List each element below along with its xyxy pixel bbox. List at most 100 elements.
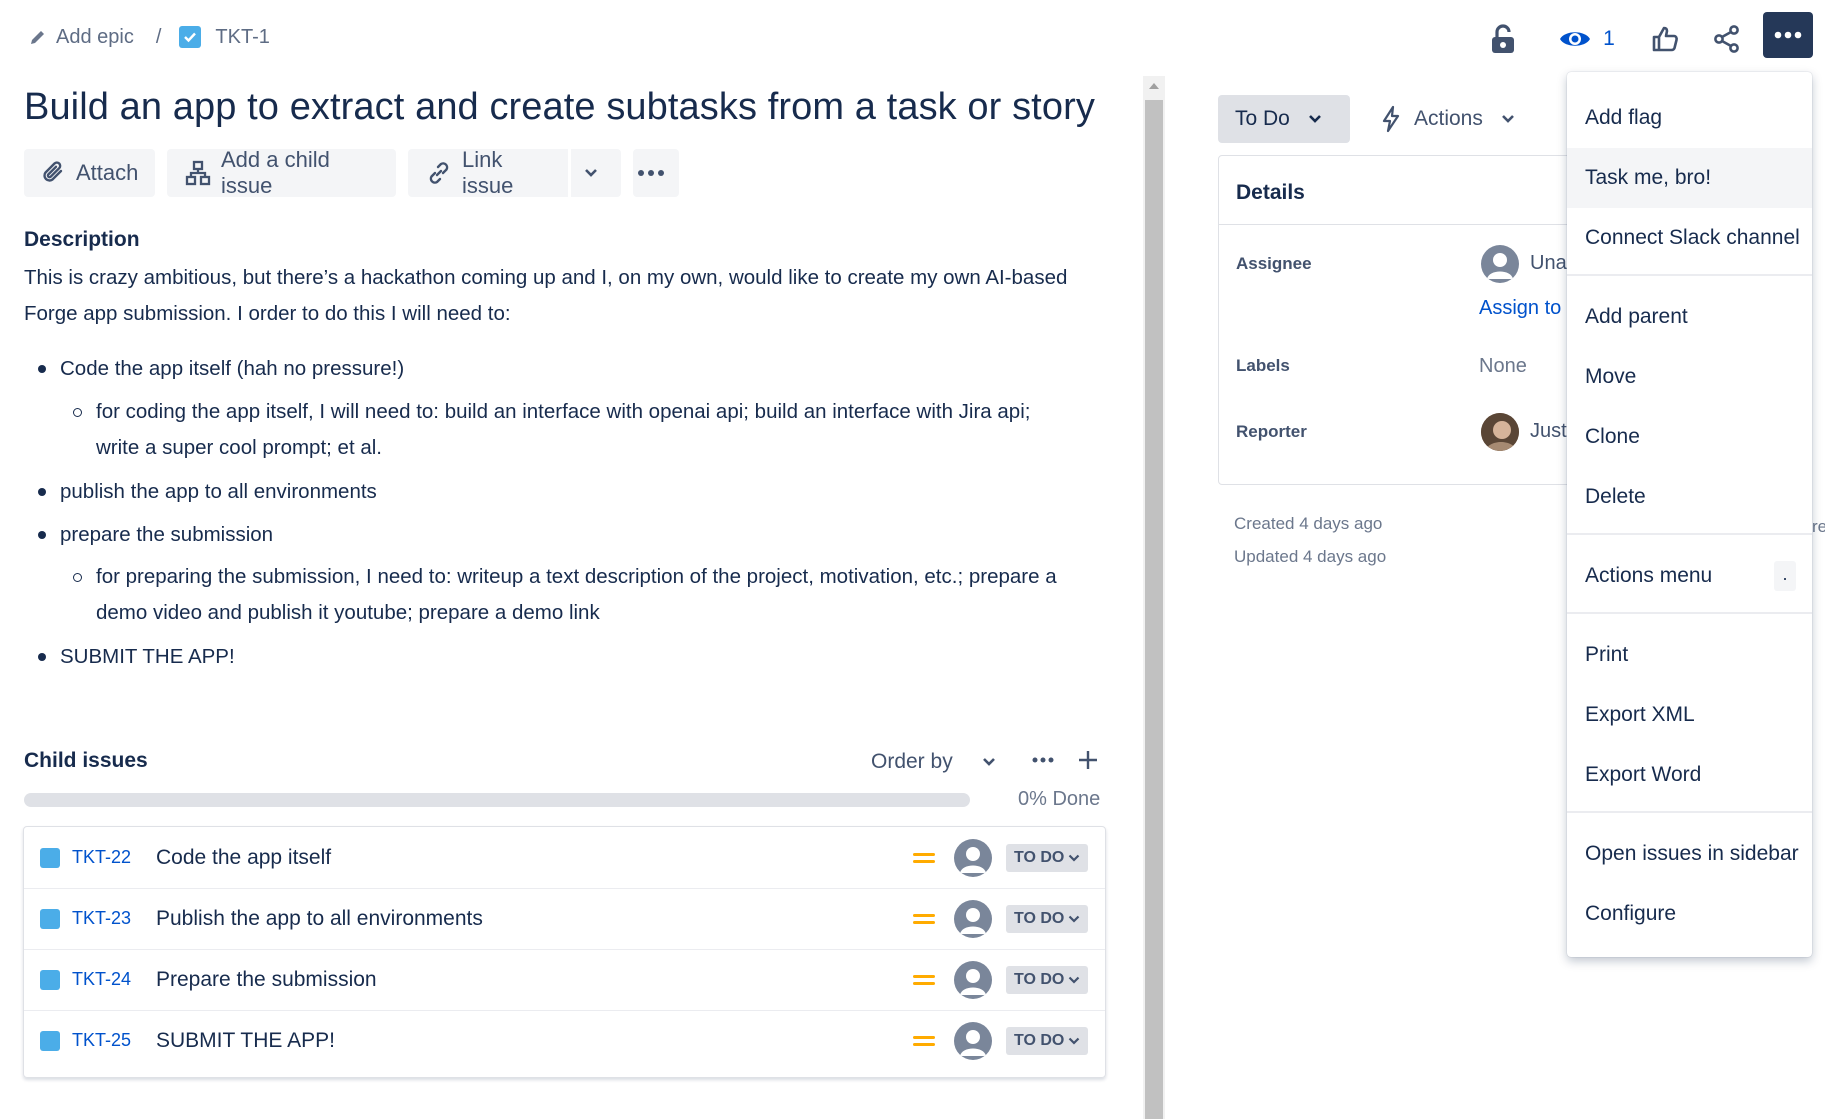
issue-key[interactable]: TKT-24 [72, 969, 131, 990]
assignee-avatar [1481, 245, 1519, 283]
lightning-icon [1380, 105, 1402, 133]
link-issue-dropdown[interactable] [571, 149, 621, 197]
menu-item-open-in-sidebar[interactable]: Open issues in sidebar [1567, 824, 1812, 884]
issue-title[interactable]: Build an app to extract and create subta… [24, 86, 1095, 129]
chevron-down-icon [584, 168, 608, 178]
keyboard-shortcut: . [1774, 561, 1796, 591]
add-epic-link[interactable]: Add epic [56, 26, 134, 49]
labels-value[interactable]: None [1479, 355, 1527, 378]
issue-key-link[interactable]: TKT-1 [215, 26, 269, 49]
list-item: publish the app to all environments [60, 480, 377, 503]
link-issue-button[interactable]: Link issue [408, 147, 568, 198]
link-issue-label: Link issue [462, 147, 514, 198]
menu-item-add-flag[interactable]: Add flag [1567, 88, 1812, 148]
bullet-icon [38, 488, 46, 496]
assign-to-me-link[interactable]: Assign to [1479, 297, 1561, 320]
ellipsis-icon [637, 169, 675, 177]
bullet-icon [38, 365, 46, 373]
list-item-sub-continued: demo video and publish it youtube; prepa… [96, 601, 600, 624]
breadcrumb: Add epic / TKT-1 [28, 22, 270, 52]
issue-summary[interactable]: Code the app itself [156, 846, 331, 870]
status-button[interactable]: To Do [1218, 95, 1350, 143]
ellipsis-icon [1774, 31, 1802, 39]
bullet-icon [38, 653, 46, 661]
issue-summary[interactable]: SUBMIT THE APP! [156, 1029, 335, 1053]
menu-item-add-parent[interactable]: Add parent [1567, 287, 1812, 347]
menu-item-print[interactable]: Print [1567, 625, 1812, 685]
scrollbar-thumb[interactable] [1145, 100, 1163, 1119]
menu-item-clone[interactable]: Clone [1567, 407, 1812, 467]
add-child-plus-button[interactable] [1077, 749, 1099, 771]
actions-button[interactable]: Actions [1380, 95, 1515, 143]
table-row[interactable]: TKT-24 Prepare the submission TO DO [24, 949, 1105, 1010]
table-row[interactable]: TKT-23 Publish the app to all environmen… [24, 888, 1105, 949]
issue-key[interactable]: TKT-23 [72, 908, 131, 929]
pencil-icon [28, 27, 48, 47]
actions-label: Actions [1414, 107, 1483, 130]
status-dropdown[interactable]: TO DO [1006, 843, 1089, 872]
avatar[interactable] [954, 899, 992, 938]
reporter-value[interactable]: Just [1530, 420, 1567, 443]
menu-item-export-xml[interactable]: Export XML [1567, 685, 1812, 745]
avatar[interactable] [954, 960, 992, 999]
attach-label: Attach [76, 160, 139, 185]
like-button[interactable] [1640, 16, 1690, 62]
child-issues-more-button[interactable] [1032, 757, 1054, 763]
menu-item-move[interactable]: Move [1567, 347, 1812, 407]
chevron-down-icon[interactable] [982, 757, 996, 767]
assignee-value[interactable]: Una [1530, 252, 1567, 275]
description-intro[interactable]: This is crazy ambitious, but there’s a h… [24, 260, 1104, 332]
order-by-button[interactable]: Order by [871, 750, 953, 774]
table-row[interactable]: TKT-25 SUBMIT THE APP! TO DO [24, 1010, 1105, 1071]
menu-divider [1567, 533, 1812, 535]
menu-item-connect-slack[interactable]: Connect Slack channel [1567, 208, 1812, 268]
menu-item-task-me[interactable]: Task me, bro! [1567, 148, 1812, 208]
unlock-icon [1490, 24, 1516, 54]
priority-medium-icon [913, 849, 935, 867]
scroll-up-arrow-icon[interactable] [1148, 82, 1160, 90]
avatar[interactable] [954, 1021, 992, 1060]
issue-summary[interactable]: Prepare the submission [156, 968, 377, 992]
status-dropdown[interactable]: TO DO [1006, 965, 1089, 994]
status-label: TO DO [1014, 909, 1065, 927]
share-button[interactable] [1702, 16, 1752, 62]
menu-item-export-word[interactable]: Export Word [1567, 745, 1812, 805]
issue-key[interactable]: TKT-22 [72, 847, 131, 868]
updated-timestamp: Updated 4 days ago [1234, 547, 1387, 566]
sub-bullet-icon [73, 408, 82, 417]
description-line-2: Forge app submission. I order to do this… [24, 302, 511, 325]
attach-button[interactable]: Attach [24, 149, 155, 197]
table-row[interactable]: TKT-22 Code the app itself TO DO [24, 827, 1105, 888]
avatar[interactable] [954, 838, 992, 877]
status-label: TO DO [1014, 1031, 1065, 1049]
add-child-label: Add a child issue [221, 147, 330, 198]
menu-divider [1567, 612, 1812, 614]
priority-medium-icon [913, 971, 935, 989]
more-actions-button[interactable] [1763, 12, 1813, 58]
list-item-sub: for preparing the submission, I need to:… [96, 565, 1057, 588]
description-heading: Description [24, 228, 140, 251]
watch-button[interactable]: 1 [1552, 16, 1622, 62]
details-heading[interactable]: Details [1236, 181, 1305, 205]
reporter-avatar [1481, 413, 1519, 451]
scrollbar[interactable] [1143, 76, 1165, 1119]
list-item-sub-continued: write a super cool prompt; et al. [96, 436, 382, 459]
status-dropdown[interactable]: TO DO [1006, 1026, 1089, 1055]
list-item: prepare the submission [60, 523, 274, 546]
more-buttons[interactable] [633, 149, 679, 197]
truncated-text: re [1812, 517, 1825, 536]
lock-button[interactable] [1478, 16, 1528, 62]
child-issues-heading: Child issues [24, 749, 148, 772]
menu-divider [1567, 811, 1812, 813]
status-dropdown[interactable]: TO DO [1006, 904, 1089, 933]
menu-item-actions-menu[interactable]: Actions menu . [1567, 546, 1812, 606]
menu-item-configure[interactable]: Configure [1567, 884, 1812, 944]
menu-item-delete[interactable]: Delete [1567, 467, 1812, 527]
add-child-issue-button[interactable]: Add a child issue [167, 147, 396, 198]
issue-summary[interactable]: Publish the app to all environments [156, 907, 483, 931]
link-icon [426, 160, 462, 186]
bullet-icon [38, 531, 46, 539]
issue-key[interactable]: TKT-25 [72, 1030, 131, 1051]
progress-label: 0% Done [1018, 788, 1101, 810]
reporter-label: Reporter [1236, 422, 1307, 441]
